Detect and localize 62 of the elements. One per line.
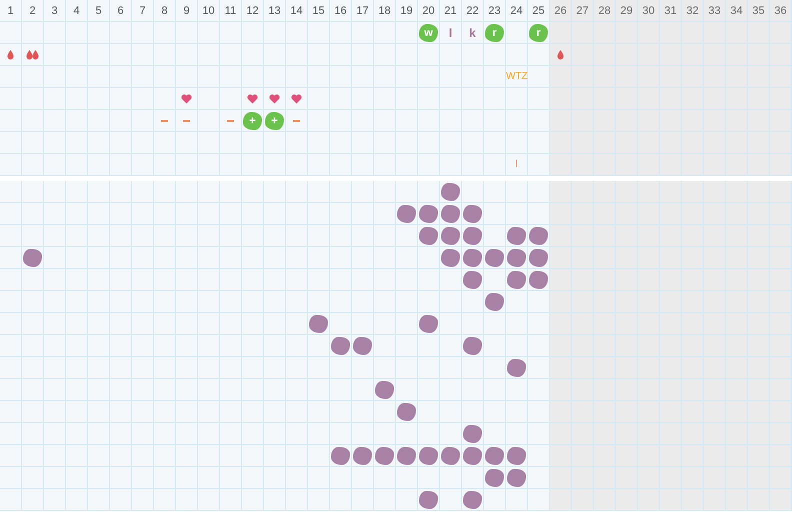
- drop-icon[interactable]: [557, 49, 564, 60]
- scribble-mark[interactable]: [507, 358, 526, 376]
- scribble-mark[interactable]: [375, 446, 394, 464]
- scribble-mark[interactable]: [353, 446, 372, 464]
- scribble-mark[interactable]: [397, 204, 416, 222]
- scribble-mark[interactable]: [507, 226, 526, 244]
- scribble-mark[interactable]: [441, 248, 460, 266]
- scribble-mark[interactable]: [507, 468, 526, 486]
- scribble-mark[interactable]: [463, 424, 482, 442]
- heart-icon[interactable]: [247, 94, 258, 104]
- scribble-mark[interactable]: [463, 248, 482, 266]
- scribble-mark[interactable]: [485, 446, 504, 464]
- scribble-mark[interactable]: [463, 336, 482, 354]
- scribble-mark[interactable]: [529, 248, 548, 266]
- scribble-mark[interactable]: [419, 446, 438, 464]
- letter-badge[interactable]: +: [243, 112, 262, 130]
- double-drop-icon[interactable]: [26, 49, 39, 60]
- dash-mark[interactable]: [227, 120, 234, 122]
- scribble-mark[interactable]: [331, 336, 350, 354]
- note-text[interactable]: WTZ: [506, 71, 528, 82]
- heart-icon[interactable]: [291, 94, 302, 104]
- heart-icon[interactable]: [269, 94, 280, 104]
- scribble-mark[interactable]: [485, 292, 504, 310]
- scribble-mark[interactable]: [485, 248, 504, 266]
- scribble-mark[interactable]: [485, 468, 504, 486]
- letter-badge[interactable]: r: [529, 24, 548, 42]
- heart-icon[interactable]: [181, 94, 192, 104]
- scribble-mark[interactable]: [441, 446, 460, 464]
- letter-mark[interactable]: k: [469, 26, 476, 40]
- scribble-mark[interactable]: [419, 490, 438, 508]
- scribble-mark[interactable]: [441, 226, 460, 244]
- dash-mark[interactable]: [293, 120, 300, 122]
- scribble-mark[interactable]: [419, 226, 438, 244]
- dash-mark[interactable]: [183, 120, 190, 122]
- scribble-mark[interactable]: [375, 380, 394, 398]
- letter-badge[interactable]: w: [419, 24, 438, 42]
- scribble-mark[interactable]: [507, 446, 526, 464]
- scribble-mark[interactable]: [23, 248, 42, 266]
- scribble-mark[interactable]: [441, 182, 460, 200]
- drop-icon[interactable]: [7, 49, 14, 60]
- scribble-mark[interactable]: [507, 270, 526, 288]
- dash-mark[interactable]: [161, 120, 168, 122]
- scribble-mark[interactable]: [331, 446, 350, 464]
- letter-mark[interactable]: l: [448, 26, 452, 40]
- note-text[interactable]: l: [515, 159, 518, 170]
- scribble-mark[interactable]: [397, 402, 416, 420]
- scribble-mark[interactable]: [353, 336, 372, 354]
- scribble-mark[interactable]: [309, 314, 328, 332]
- scribble-mark[interactable]: [507, 248, 526, 266]
- scribble-mark[interactable]: [529, 270, 548, 288]
- scribble-mark[interactable]: [463, 226, 482, 244]
- scribble-mark[interactable]: [419, 204, 438, 222]
- scribble-mark[interactable]: [463, 270, 482, 288]
- letter-badge[interactable]: +: [265, 112, 284, 130]
- scribble-mark[interactable]: [441, 204, 460, 222]
- scribble-mark[interactable]: [419, 314, 438, 332]
- scribble-mark[interactable]: [463, 446, 482, 464]
- scribble-mark[interactable]: [397, 446, 416, 464]
- scribble-mark[interactable]: [463, 490, 482, 508]
- scribble-mark[interactable]: [463, 204, 482, 222]
- scribble-mark[interactable]: [529, 226, 548, 244]
- letter-badge[interactable]: r: [485, 24, 504, 42]
